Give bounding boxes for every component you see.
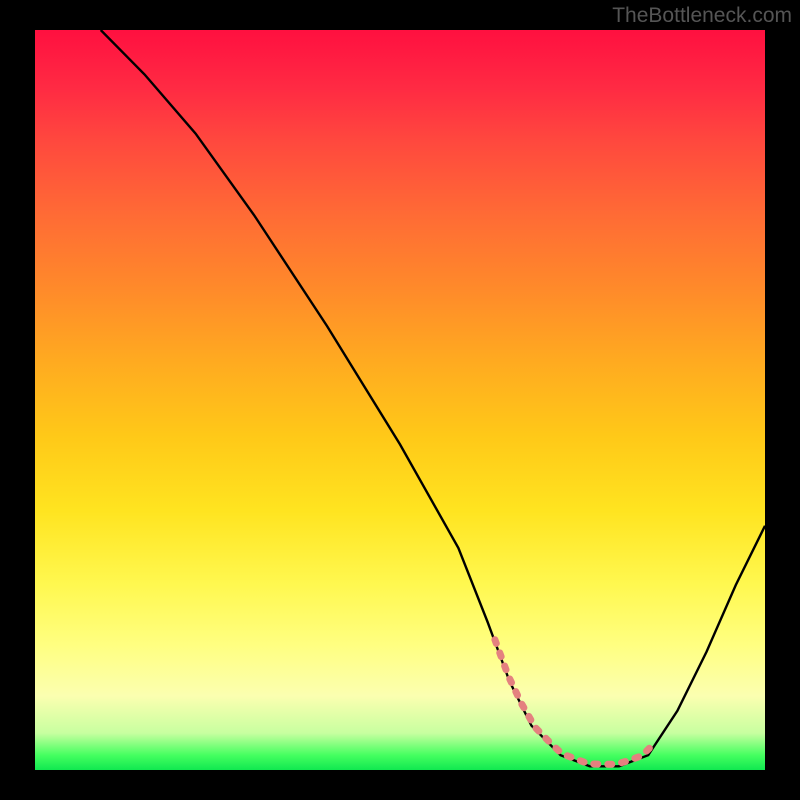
chart-plot-area — [35, 30, 765, 770]
bottleneck-curve — [35, 30, 765, 770]
watermark-text: TheBottleneck.com — [612, 4, 792, 28]
